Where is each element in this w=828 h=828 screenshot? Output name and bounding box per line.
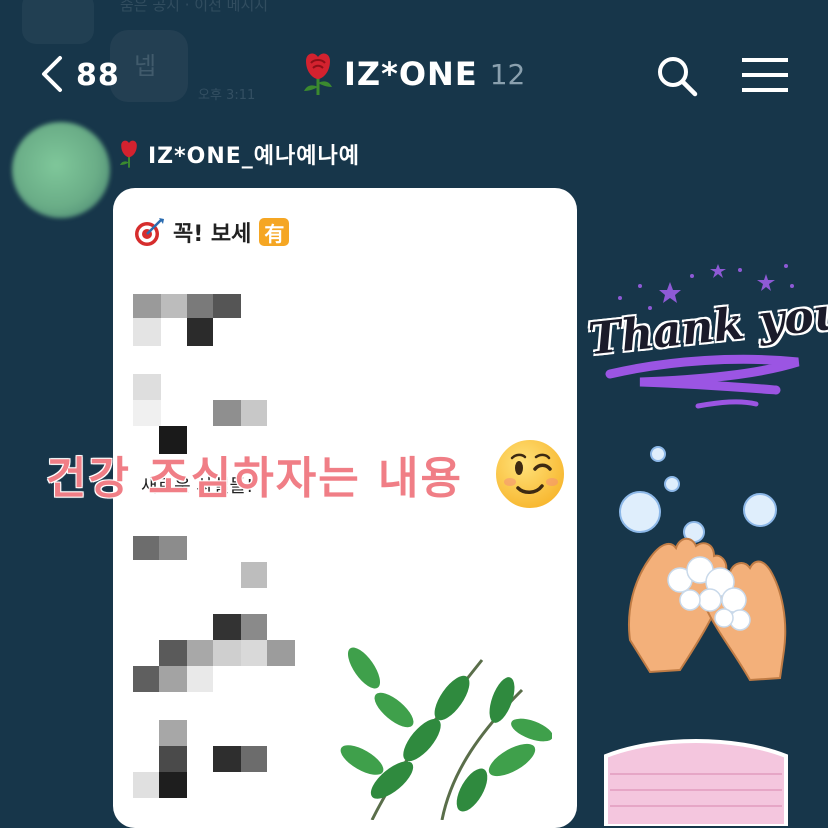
chevron-left-icon [42, 56, 62, 92]
message-header: 꼭! 보세 有 [133, 216, 290, 248]
has-badge: 有 [259, 218, 290, 246]
room-title-text: IZ*ONE [344, 55, 478, 93]
hamburger-menu-icon [742, 58, 788, 92]
handwashing-sticker [619, 446, 787, 682]
faded-previous-text: 숨은 공지 · 이전 메시지 [120, 0, 269, 14]
message-header-text: 꼭! 보세 [173, 222, 252, 247]
chat-room-title[interactable]: IZ*ONE 12 [298, 50, 525, 98]
faded-previous-avatar [22, 0, 94, 44]
menu-button[interactable] [740, 56, 790, 96]
unread-chat-count[interactable]: 88 [76, 58, 120, 93]
leaves-sticker [340, 647, 552, 820]
sender-avatar[interactable] [12, 122, 110, 218]
rose-icon [119, 140, 137, 168]
rose-icon [304, 53, 332, 95]
dart-target-icon [135, 218, 164, 246]
search-button[interactable] [655, 54, 699, 98]
face-mask-sticker [604, 739, 788, 826]
member-count: 12 [489, 57, 526, 91]
search-icon [658, 57, 698, 97]
back-button[interactable] [34, 54, 74, 94]
winking-face-emoji [494, 438, 566, 510]
sender-name: IZ*ONE_예나예나예 [148, 144, 360, 169]
faded-reply-text: 넵 [134, 52, 157, 80]
sender-name-row: IZ*ONE_예나예나예 [116, 138, 360, 170]
faded-timestamp: 오후 3:11 [198, 88, 256, 103]
overlay-caption: 건강 조심하자는 내용 [46, 453, 463, 504]
